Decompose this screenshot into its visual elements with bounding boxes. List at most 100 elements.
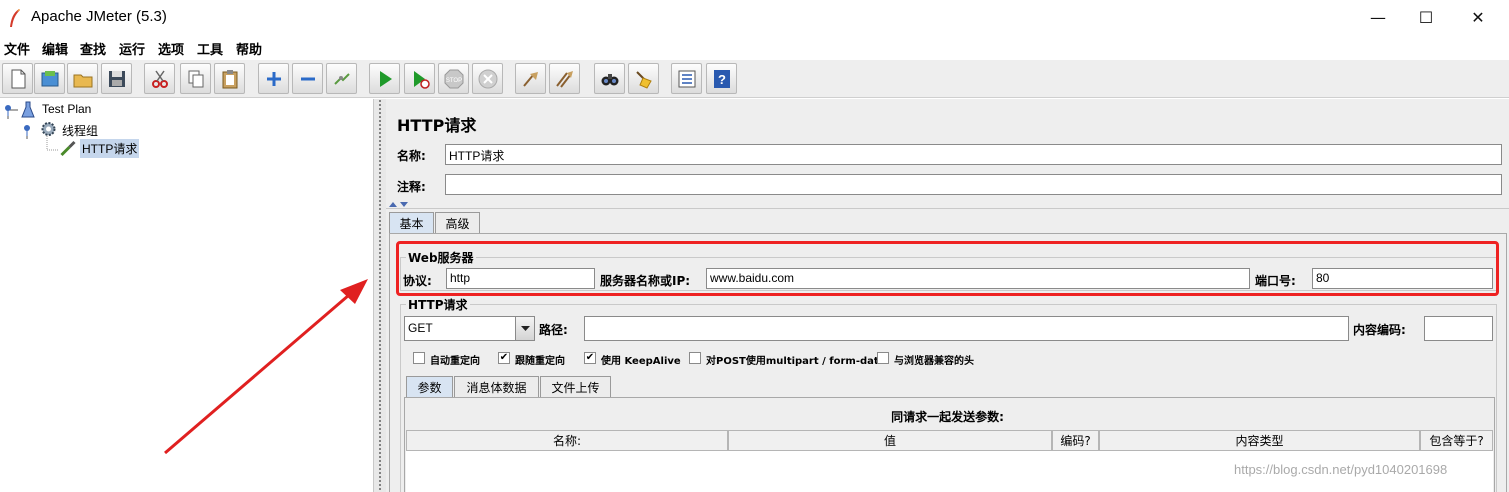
expand-icon <box>266 71 281 86</box>
comment-field[interactable] <box>445 174 1502 195</box>
highlight-box <box>396 241 1499 296</box>
menu-file[interactable]: 文件 <box>4 39 30 58</box>
tab-parameters[interactable]: 参数 <box>406 376 453 397</box>
toolbar: STOP ? <box>0 60 1509 98</box>
jmeter-feather-icon <box>10 9 20 27</box>
content-encoding-label: 内容编码: <box>1353 323 1406 337</box>
copy-icon <box>188 70 203 87</box>
content-encoding-field[interactable] <box>1424 316 1493 341</box>
column-header-name[interactable]: 名称: <box>406 430 728 451</box>
templates-icon <box>41 70 58 86</box>
minimize-button[interactable]: — <box>1355 0 1401 34</box>
menu-bar: 文件 编辑 查找 运行 选项 工具 帮助 <box>0 36 1509 58</box>
column-encode-label: 编码? <box>1060 434 1091 448</box>
toggle-button[interactable] <box>326 63 357 94</box>
search-button[interactable] <box>594 63 625 94</box>
http-request-legend: HTTP请求 <box>406 296 470 313</box>
save-button[interactable] <box>101 63 132 94</box>
keepalive-checkbox[interactable]: ✔ <box>584 352 596 364</box>
comment-label: 注释: <box>397 180 426 194</box>
watermark: https://blog.csdn.net/pyd1040201698 <box>1234 462 1448 477</box>
help-button[interactable]: ? <box>706 63 737 94</box>
tab-body-data[interactable]: 消息体数据 <box>454 376 539 397</box>
browser-headers-checkbox[interactable] <box>877 352 889 364</box>
multipart-checkbox[interactable] <box>689 352 701 364</box>
toggle-icon <box>333 72 350 85</box>
collapse-arrows-icon[interactable] <box>388 201 410 208</box>
column-header-encode[interactable]: 编码? <box>1052 430 1099 451</box>
svg-text:?: ? <box>718 72 726 87</box>
menu-run[interactable]: 运行 <box>119 39 145 58</box>
clear-button[interactable] <box>515 63 546 94</box>
reset-search-icon <box>635 70 652 89</box>
reset-search-button[interactable] <box>628 63 659 94</box>
column-header-include-equals[interactable]: 包含等于? <box>1420 430 1493 451</box>
expand-button[interactable] <box>258 63 289 94</box>
column-content-type-label: 内容类型 <box>1235 434 1284 448</box>
multipart-label: 对POST使用multipart / form-data <box>706 356 886 367</box>
path-field[interactable] <box>584 316 1349 341</box>
help-icon: ? <box>713 69 730 88</box>
test-plan-tree: Test Plan 线程组 HTTP请求 <box>0 99 374 492</box>
column-header-value[interactable]: 值 <box>728 430 1052 451</box>
follow-redirects-auto-checkbox[interactable] <box>413 352 425 364</box>
follow-redirects-checkbox[interactable]: ✔ <box>498 352 510 364</box>
name-field[interactable]: HTTP请求 <box>445 144 1502 165</box>
start-icon <box>379 70 392 87</box>
collapse-icon <box>300 77 315 80</box>
tab-file-upload[interactable]: 文件上传 <box>540 376 611 397</box>
tree-toggle-icon[interactable] <box>22 124 32 136</box>
title-bar: Apache JMeter (5.3) — ☐ ✕ <box>0 0 1509 36</box>
column-include-equals-label: 包含等于? <box>1429 434 1484 448</box>
paste-button[interactable] <box>214 63 245 94</box>
start-button[interactable] <box>369 63 400 94</box>
open-button[interactable] <box>67 63 98 94</box>
tab-advanced[interactable]: 高级 <box>435 212 480 233</box>
start-no-pause-button[interactable] <box>404 63 435 94</box>
tree-node-test-plan[interactable]: Test Plan <box>0 99 120 119</box>
new-button[interactable] <box>2 63 33 94</box>
menu-search[interactable]: 查找 <box>80 39 106 58</box>
name-label: 名称: <box>397 149 426 163</box>
close-button[interactable]: ✕ <box>1455 0 1501 34</box>
tree-node-thread-group[interactable]: 线程组 <box>0 119 130 139</box>
thread-group-gear-icon <box>41 122 56 136</box>
clear-icon <box>522 71 538 87</box>
parameters-title: 同请求一起发送参数: <box>891 410 1004 424</box>
column-name-label: 名称: <box>552 434 582 448</box>
menu-tools[interactable]: 工具 <box>197 39 223 58</box>
start-no-pause-icon <box>413 70 430 89</box>
templates-button[interactable] <box>34 63 65 94</box>
collapse-button[interactable] <box>292 63 323 94</box>
chevron-down-icon <box>521 326 530 331</box>
stop-button[interactable]: STOP <box>438 63 469 94</box>
menu-options[interactable]: 选项 <box>158 39 184 58</box>
method-select[interactable]: GET <box>404 316 535 341</box>
copy-button[interactable] <box>180 63 211 94</box>
cut-icon <box>151 70 168 88</box>
tab-body-data-label: 消息体数据 <box>466 380 527 395</box>
menu-edit[interactable]: 编辑 <box>42 39 68 58</box>
shutdown-button[interactable] <box>472 63 503 94</box>
column-value-label: 值 <box>883 434 896 448</box>
menu-help[interactable]: 帮助 <box>236 39 262 58</box>
function-helper-button[interactable] <box>671 63 702 94</box>
window-title: Apache JMeter (5.3) <box>31 8 167 25</box>
save-icon <box>108 70 125 87</box>
clear-all-button[interactable] <box>549 63 580 94</box>
follow-redirect-label: 跟随重定向 <box>515 356 565 367</box>
cut-button[interactable] <box>144 63 175 94</box>
method-dropdown-button[interactable] <box>515 317 534 340</box>
paste-icon <box>222 69 237 88</box>
test-plan-icon <box>21 101 35 118</box>
maximize-button[interactable]: ☐ <box>1403 0 1449 34</box>
new-icon <box>11 69 25 88</box>
split-pane-divider[interactable] <box>374 99 386 492</box>
tree-node-http-request[interactable]: HTTP请求 <box>0 138 140 158</box>
tree-toggle-icon[interactable] <box>3 104 13 116</box>
minimize-icon: — <box>1370 7 1386 27</box>
column-header-content-type[interactable]: 内容类型 <box>1099 430 1420 451</box>
stop-icon-label: STOP <box>445 78 461 84</box>
tab-basic[interactable]: 基本 <box>389 212 434 233</box>
stop-icon: STOP <box>444 69 463 88</box>
